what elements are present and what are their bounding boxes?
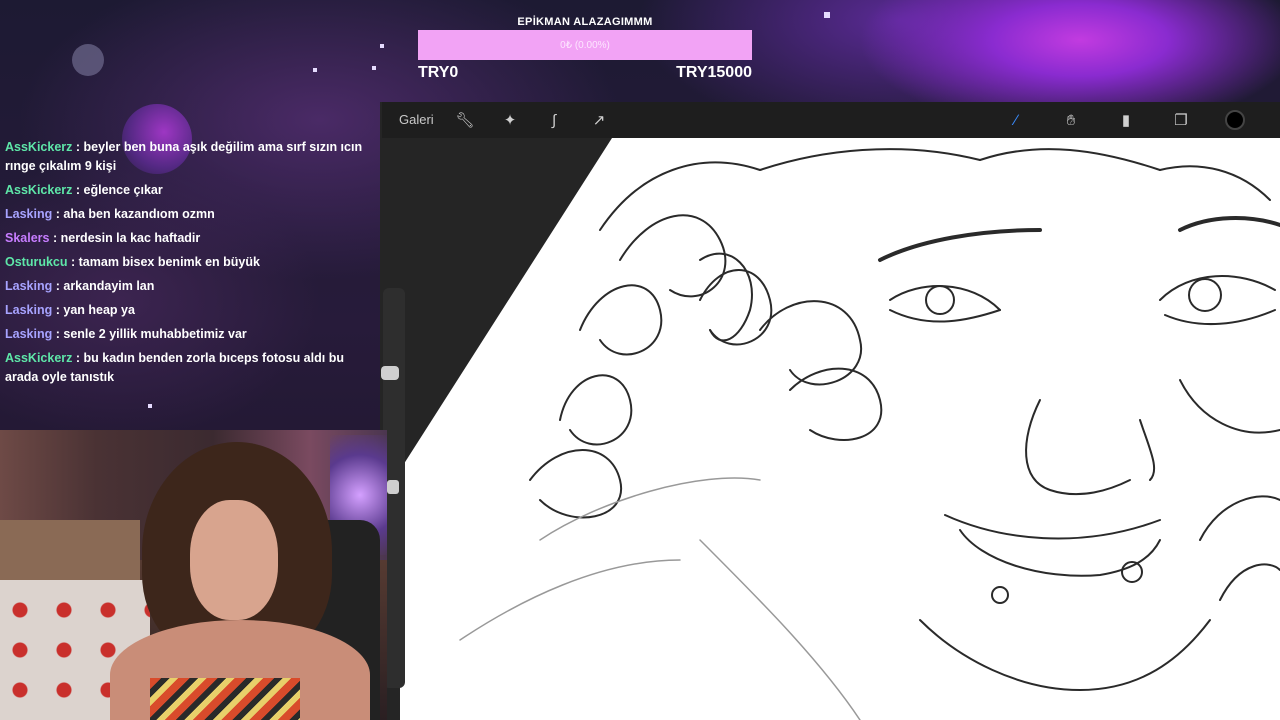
transform-arrow-icon[interactable]: ↗ — [589, 110, 609, 130]
star — [380, 44, 384, 48]
goal-title: EPİKMAN ALAZAGIMMM — [517, 16, 653, 28]
chat-message: Skalers : nerdesin la kac haftadir — [0, 229, 370, 248]
shelf — [0, 520, 140, 580]
streamer-top — [150, 678, 300, 720]
procreate-toolbar: Galeri 🔧︎ ✦ ∫ ↗ ∕ ✋︎ ▮ ❐ — [382, 102, 1280, 138]
goal-max-label: TRY15000 — [676, 64, 752, 81]
chat-username: Lasking — [5, 207, 53, 221]
chat-username: Osturukcu — [5, 255, 68, 269]
webcam-feed — [0, 430, 387, 720]
chat-message: Lasking : yan heap ya — [0, 301, 370, 320]
star — [824, 12, 830, 18]
donation-goal: EPİKMAN ALAZAGIMMM 0₺ (0.00%) TRY0 TRY15… — [418, 14, 752, 82]
layers-icon[interactable]: ❐ — [1171, 110, 1191, 130]
stream-chat: AssKickerz : beyler ben buna aşık değili… — [0, 130, 370, 430]
chat-text: : eğlence çıkar — [75, 183, 163, 197]
chat-text: : aha ben kazandıom ozmn — [55, 207, 215, 221]
chat-text: : tamam bisex benimk en büyük — [71, 255, 260, 269]
streamer-face — [190, 500, 278, 620]
opacity-slider[interactable] — [387, 480, 399, 494]
brush-icon[interactable]: ∕ — [1006, 110, 1026, 130]
chat-username: AssKickerz — [5, 351, 73, 365]
smudge-icon[interactable]: ✋︎ — [1061, 110, 1081, 130]
chat-username: Skalers — [5, 231, 50, 245]
chat-username: AssKickerz — [5, 140, 73, 154]
chat-username: Lasking — [5, 279, 53, 293]
chat-text: : senle 2 yillik muhabbetimiz var — [55, 327, 247, 341]
selection-icon[interactable]: ∫ — [544, 110, 564, 130]
current-color-dot — [1225, 110, 1245, 130]
chat-message: Osturukcu : tamam bisex benimk en büyük — [0, 253, 370, 272]
brush-size-slider[interactable] — [381, 366, 399, 380]
color-swatch-icon[interactable] — [1225, 110, 1245, 130]
chat-text: : nerdesin la kac haftadir — [52, 231, 201, 245]
goal-range: TRY0 TRY15000 — [418, 64, 752, 82]
goal-progress-bar: 0₺ (0.00%) — [418, 30, 752, 60]
chat-message: Lasking : senle 2 yillik muhabbetimiz va… — [0, 325, 370, 344]
chat-text: : arkandayim lan — [55, 279, 155, 293]
chat-message-cut — [0, 130, 370, 133]
goal-min-label: TRY0 — [418, 64, 459, 81]
chat-message: AssKickerz : beyler ben buna aşık değili… — [0, 138, 370, 176]
chat-message: Lasking : aha ben kazandıom ozmn — [0, 205, 370, 224]
star — [372, 66, 376, 70]
magic-wand-icon[interactable]: ✦ — [500, 110, 520, 130]
chat-username: Lasking — [5, 303, 53, 317]
chat-message: AssKickerz : bu kadın benden zorla bıcep… — [0, 349, 370, 387]
eraser-icon[interactable]: ▮ — [1116, 110, 1136, 130]
goal-progress-text: 0₺ (0.00%) — [560, 39, 610, 51]
chat-text: : yan heap ya — [55, 303, 135, 317]
chat-username: AssKickerz — [5, 183, 73, 197]
planet-small — [72, 44, 104, 76]
chat-message: Lasking : arkandayim lan — [0, 277, 370, 296]
gallery-button[interactable]: Galeri — [399, 112, 434, 127]
star — [313, 68, 317, 72]
chat-username: Lasking — [5, 327, 53, 341]
wrench-icon[interactable]: 🔧︎ — [455, 110, 475, 130]
chat-message: AssKickerz : eğlence çıkar — [0, 181, 370, 200]
drawing-canvas-background — [380, 102, 1280, 720]
